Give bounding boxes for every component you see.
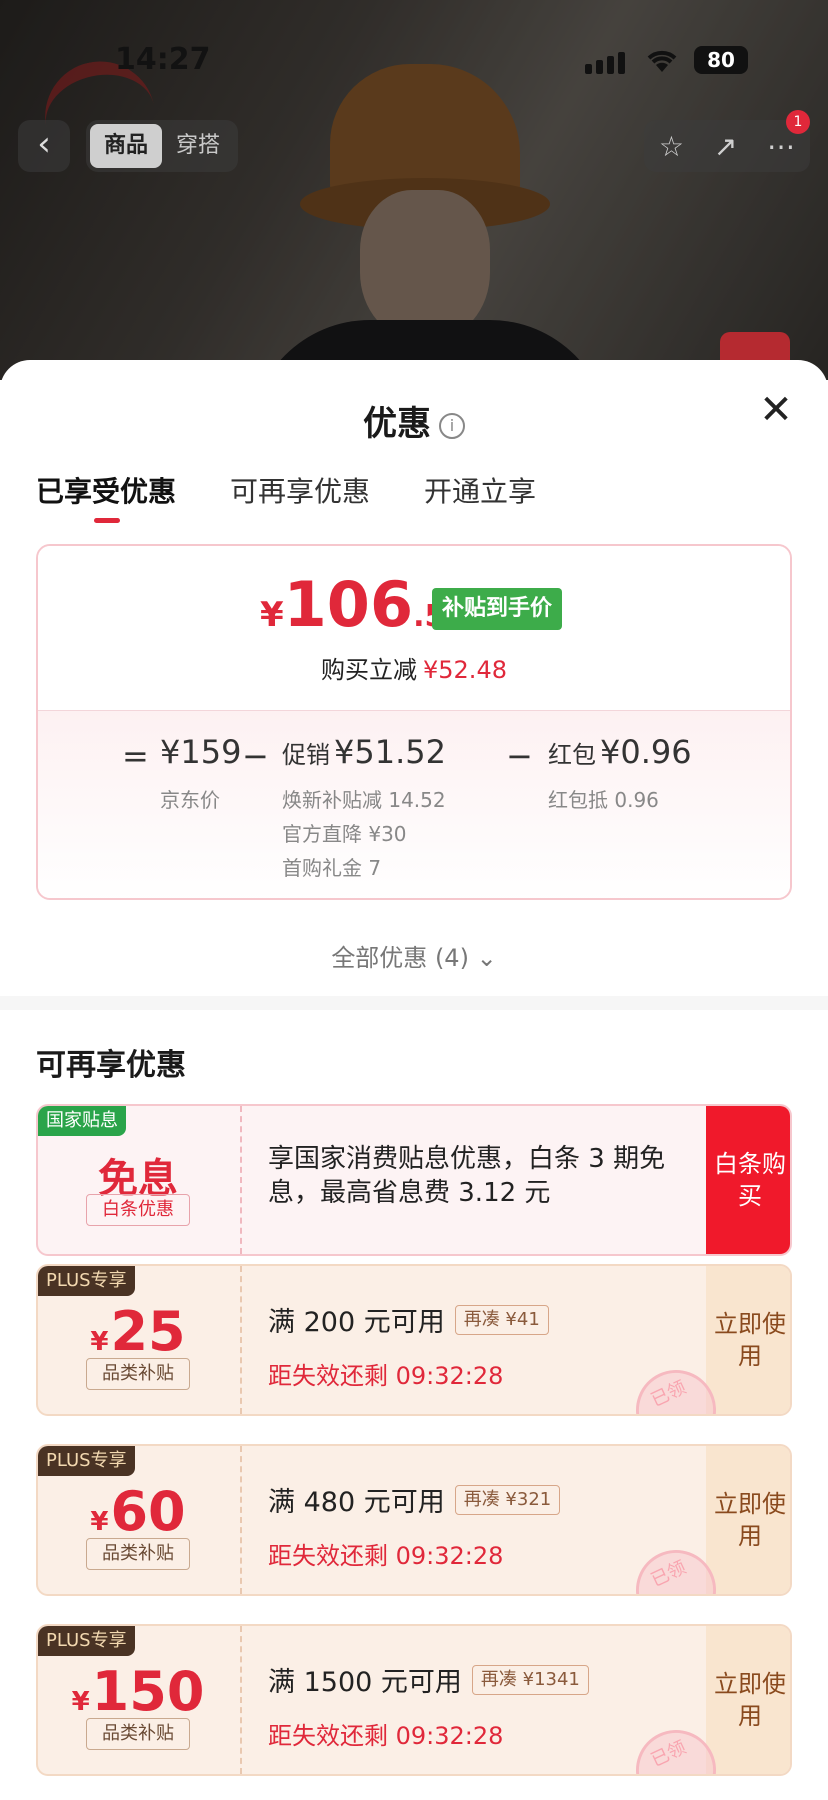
status-bar: 14:27 80 (0, 30, 828, 90)
subsidy-price-badge: 补贴到手价 (432, 588, 563, 630)
coupon-gap-tag: 再凑 ¥321 (454, 1484, 561, 1515)
coupon-amount: ¥25 (38, 1300, 238, 1363)
promo-item: 官方直降 ¥30 (282, 822, 407, 846)
price-currency: ¥ (260, 595, 284, 635)
instant-discount: 购买立减 ¥52.48 (38, 650, 790, 685)
coupon-category: 品类补贴 (86, 1718, 190, 1750)
coupon-category: 品类补贴 (86, 1358, 190, 1390)
use-now-button[interactable]: 立即使用 (706, 1446, 790, 1594)
nav-actions: ☆ ↗ ⋯ (644, 120, 810, 172)
gov-subsidy-description: 享国家消费贴息优惠，白条 3 期免息，最高省息费 3.12 元 (268, 1144, 666, 1208)
baitiao-buy-button[interactable]: 白条购买 (706, 1106, 790, 1254)
price-summary-card: ¥106.52 补贴到手价 购买立减¥52.48 = ¥159 京东价 − 促销… (36, 544, 792, 900)
promo-item: 首购礼金 7 (282, 856, 382, 880)
battery-indicator: 80 (694, 46, 748, 74)
tab-enjoyed[interactable]: 已享受优惠 (36, 470, 176, 523)
jd-price-value: ¥159 (160, 733, 242, 771)
instant-discount-label: 购买立减 (321, 656, 417, 684)
gov-subsidy-card: 国家贴息 免息 白条优惠 享国家消费贴息优惠，白条 3 期免息，最高省息费 3.… (36, 1104, 792, 1256)
instant-discount-value: ¥52.48 (423, 656, 507, 684)
gov-subsidy-tag: 国家贴息 (38, 1106, 126, 1136)
redpacket-total: 红包 ¥0.96 (548, 733, 692, 771)
coupon-value: 150 (91, 1660, 205, 1723)
star-icon[interactable]: ☆ (659, 130, 684, 163)
sheet-title-text: 优惠 (363, 404, 431, 444)
tab-more-available[interactable]: 可再享优惠 (230, 470, 370, 510)
baitiao-discount-tag: 白条优惠 (86, 1194, 190, 1226)
coupon-condition-row: 满 1500 元可用 再凑 ¥1341 (268, 1660, 589, 1699)
back-button[interactable]: ‹ (18, 120, 70, 172)
final-price-area: ¥106.52 补贴到手价 购买立减¥52.48 (38, 546, 790, 710)
coupon-gap-tag: 再凑 ¥41 (454, 1304, 549, 1335)
price-integer: 106 (283, 568, 414, 641)
use-now-button[interactable]: 立即使用 (706, 1266, 790, 1414)
redpacket-sub: 红包抵 0.96 (548, 788, 659, 812)
coupon-countdown: 距失效还剩 09:32:28 (268, 1542, 504, 1570)
coupon-condition-row: 满 480 元可用 再凑 ¥321 (268, 1480, 561, 1519)
coupon-condition: 满 480 元可用 (268, 1487, 445, 1518)
discount-sheet: 优惠i ✕ 已享受优惠 可再享优惠 开通立享 ¥106.52 补贴到手价 购买立… (0, 360, 828, 1800)
tab-product[interactable]: 商品 (90, 124, 163, 168)
all-discounts-label: 全部优惠 (4) (331, 944, 469, 972)
plus-coupon-card: PLUS专享 ¥25 品类补贴 满 200 元可用 再凑 ¥41 距失效还剩 0… (36, 1264, 792, 1416)
sheet-title: 优惠 i (0, 396, 828, 445)
close-button[interactable]: ✕ (756, 390, 796, 430)
coupon-countdown: 距失效还剩 09:32:28 (268, 1362, 504, 1390)
jd-price-column: ¥159 京东价 (160, 733, 241, 817)
plus-exclusive-tag: PLUS专享 (38, 1626, 135, 1656)
tab-activate[interactable]: 开通立享 (424, 470, 536, 510)
promo-item: 焕新补贴减 14.52 (282, 788, 446, 812)
notification-badge: 1 (786, 110, 810, 134)
promo-label: 促销 (282, 741, 330, 769)
card-divider (240, 1446, 242, 1594)
signal-icon (585, 52, 625, 74)
wifi-icon (647, 50, 677, 72)
plus-coupon-card: PLUS专享 ¥150 品类补贴 满 1500 元可用 再凑 ¥1341 距失效… (36, 1624, 792, 1776)
card-divider (240, 1266, 242, 1414)
use-now-button[interactable]: 立即使用 (706, 1626, 790, 1774)
card-divider (240, 1626, 242, 1774)
redpacket-column: 红包 ¥0.96 红包抵 0.96 (548, 733, 692, 817)
tab-outfit[interactable]: 穿搭 (162, 124, 234, 168)
minus-sign: − (242, 737, 269, 775)
coupon-currency: ¥ (90, 1327, 109, 1357)
coupon-countdown: 距失效还剩 09:32:28 (268, 1722, 504, 1750)
coupon-currency: ¥ (71, 1687, 90, 1717)
top-nav: ‹ 商品 穿搭 ☆ ↗ ⋯ 1 (0, 110, 828, 176)
jd-price-label: 京东价 (160, 788, 220, 812)
coupon-category: 品类补贴 (86, 1538, 190, 1570)
coupon-currency: ¥ (90, 1507, 109, 1537)
coupon-condition: 满 1500 元可用 (268, 1667, 462, 1698)
section-divider (0, 996, 828, 1010)
price-breakdown: = ¥159 京东价 − 促销 ¥51.52 焕新补贴减 14.52 官方直降 ¥… (38, 710, 790, 898)
coupon-amount: ¥60 (38, 1480, 238, 1543)
coupon-condition: 满 200 元可用 (268, 1307, 445, 1338)
coupon-condition-row: 满 200 元可用 再凑 ¥41 (268, 1300, 549, 1339)
equals-sign: = (122, 737, 149, 775)
more-icon[interactable]: ⋯ (767, 130, 795, 163)
plus-exclusive-tag: PLUS专享 (38, 1266, 135, 1296)
coupon-value: 25 (110, 1300, 186, 1363)
status-time: 14:27 (115, 42, 211, 77)
redpacket-value: ¥0.96 (600, 733, 692, 771)
minus-sign: − (506, 737, 533, 775)
section-title: 可再享优惠 (36, 1048, 186, 1083)
promo-value: ¥51.52 (334, 733, 446, 771)
card-divider (240, 1106, 242, 1254)
coupon-value: 60 (110, 1480, 186, 1543)
coupon-gap-tag: 再凑 ¥1341 (471, 1664, 589, 1695)
info-icon[interactable]: i (439, 413, 465, 439)
nav-tabs: 商品 穿搭 (86, 120, 239, 172)
plus-exclusive-tag: PLUS专享 (38, 1446, 135, 1476)
redpacket-label: 红包 (548, 741, 596, 769)
coupon-amount: ¥150 (38, 1660, 238, 1723)
all-discounts-toggle[interactable]: 全部优惠 (4) ⌄ (0, 938, 828, 973)
plus-coupon-card: PLUS专享 ¥60 品类补贴 满 480 元可用 再凑 ¥321 距失效还剩 … (36, 1444, 792, 1596)
promo-column: 促销 ¥51.52 焕新补贴减 14.52 官方直降 ¥30 首购礼金 7 (282, 733, 446, 885)
chevron-down-icon: ⌄ (476, 944, 497, 972)
discount-tabs: 已享受优惠 可再享优惠 开通立享 (36, 470, 536, 523)
share-icon[interactable]: ↗ (714, 130, 737, 163)
promo-details: 焕新补贴减 14.52 官方直降 ¥30 首购礼金 7 (282, 783, 446, 885)
promo-total: 促销 ¥51.52 (282, 733, 446, 771)
